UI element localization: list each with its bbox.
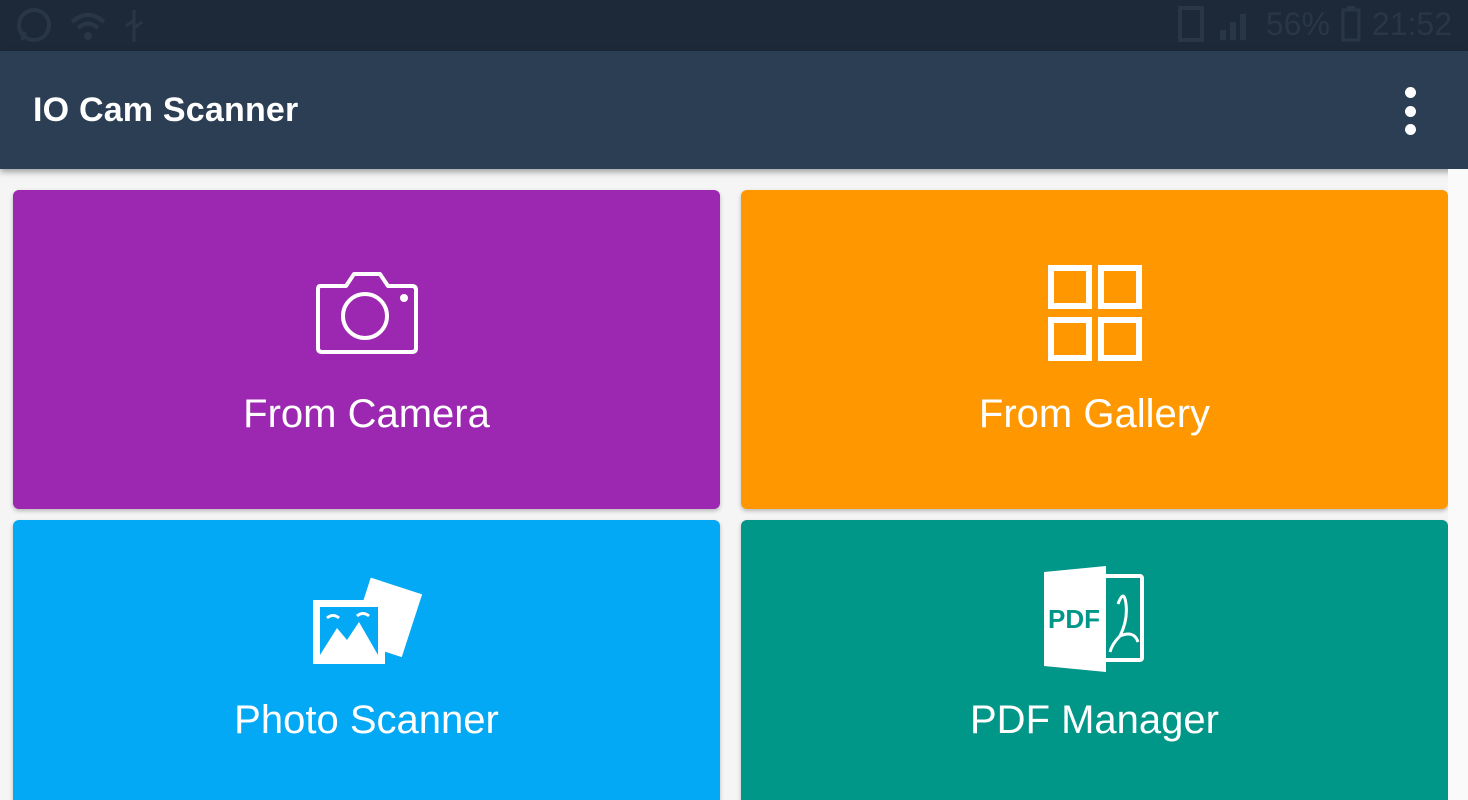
photo-scanner-label: Photo Scanner xyxy=(234,698,499,742)
whatsapp-icon xyxy=(17,8,51,42)
from-camera-tile[interactable]: From Camera xyxy=(13,190,720,509)
more-vert-icon[interactable] xyxy=(1390,87,1430,135)
pdf-file-icon: PDF xyxy=(1043,566,1144,672)
app-bar: IO Cam Scanner xyxy=(0,51,1468,169)
svg-text:PDF: PDF xyxy=(1048,604,1100,634)
camera-icon xyxy=(315,272,418,354)
right-edge xyxy=(1448,169,1468,800)
sim-icon xyxy=(1177,6,1204,42)
pdf-manager-label: PDF Manager xyxy=(970,698,1219,742)
battery-percent: 56% xyxy=(1265,5,1330,42)
from-gallery-label: From Gallery xyxy=(978,392,1211,436)
usb-icon xyxy=(125,10,143,42)
photos-icon xyxy=(312,577,422,664)
photo-scanner-tile[interactable]: Photo Scanner xyxy=(13,520,720,800)
status-time: 21:52 xyxy=(1371,5,1452,42)
pdf-manager-tile[interactable]: PDF PDF Manager xyxy=(741,520,1448,800)
signal-icon xyxy=(1219,14,1246,40)
menu-dot xyxy=(1404,105,1416,117)
status-bar: 56% 21:52 xyxy=(0,0,1468,51)
from-camera-label: From Camera xyxy=(243,392,490,436)
grid-icon xyxy=(1047,265,1142,361)
battery-icon xyxy=(1341,6,1361,42)
status-right: 56% 21:52 xyxy=(1176,4,1452,44)
app-title: IO Cam Scanner xyxy=(33,91,299,129)
menu-dot xyxy=(1404,87,1416,98)
from-gallery-tile[interactable]: From Gallery xyxy=(741,190,1448,509)
wifi-icon xyxy=(70,13,106,40)
status-left-icons xyxy=(14,6,146,46)
menu-dot xyxy=(1404,124,1416,135)
